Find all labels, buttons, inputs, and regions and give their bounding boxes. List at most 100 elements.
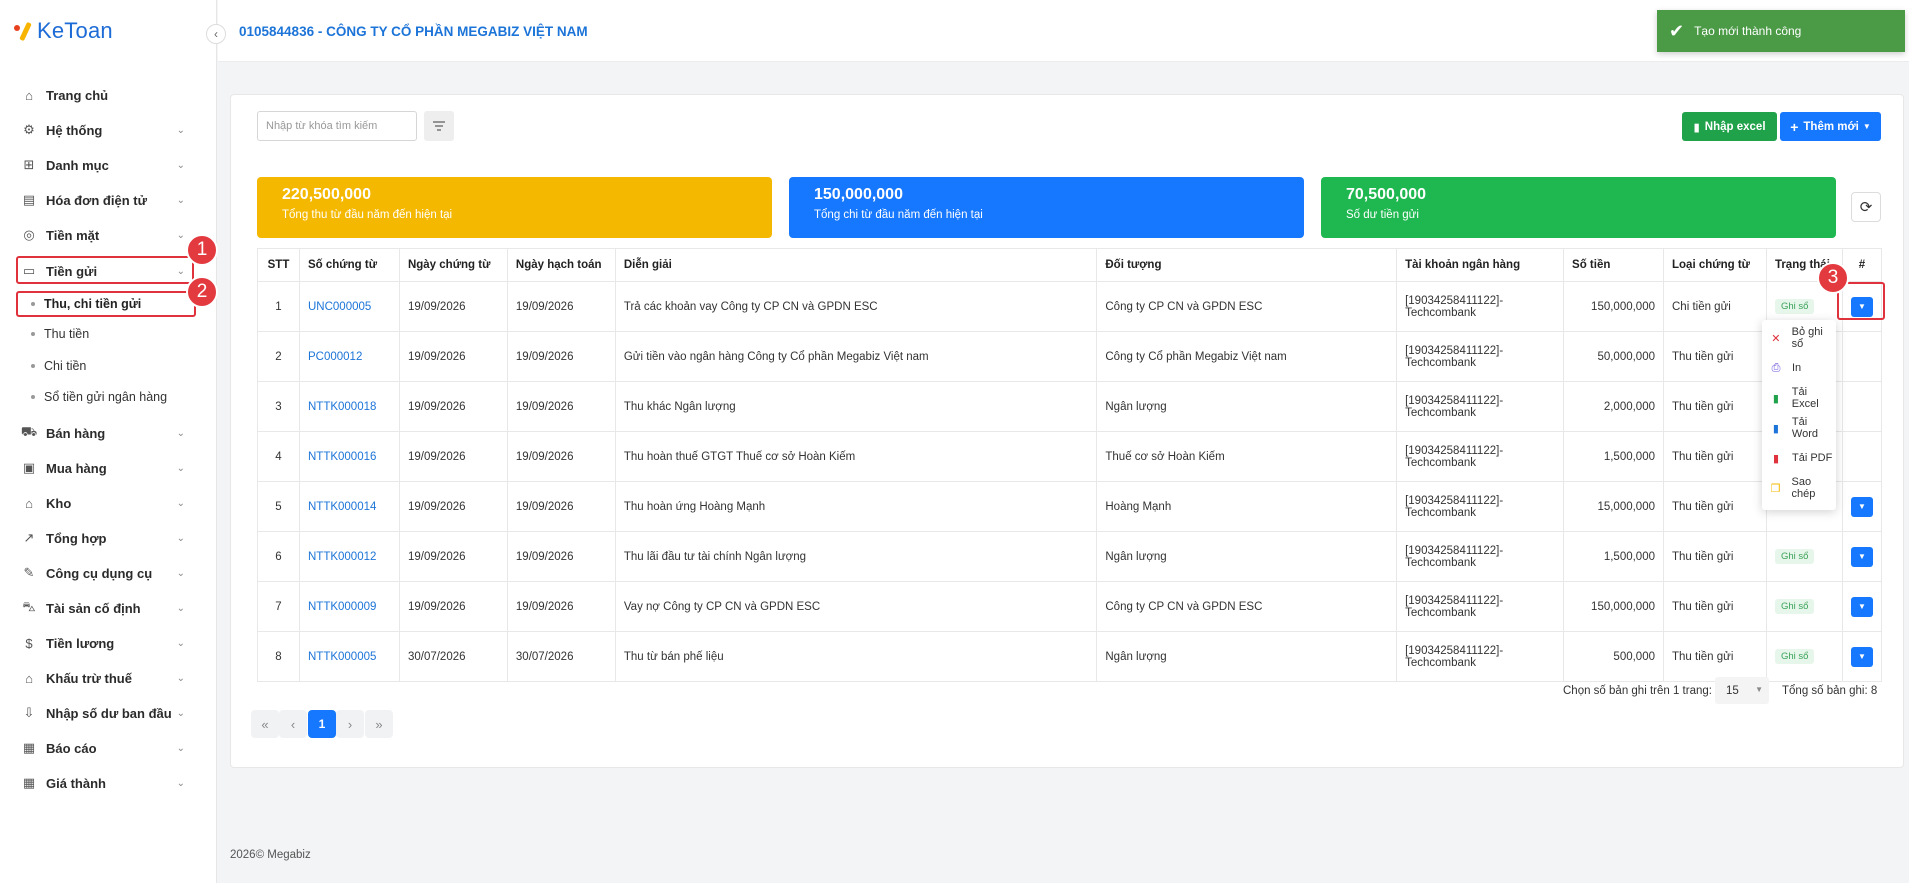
cell-doc-number[interactable]: NTTK000009 (298, 581, 400, 632)
sidebar-item-tien-luong[interactable]: $ Tiền lương ⌄ (0, 628, 217, 658)
sidebar-subitem-1[interactable]: Thu tiền (0, 321, 217, 347)
logo-icon (14, 20, 32, 42)
row-actions-button[interactable]: ▼ (1850, 646, 1873, 667)
add-new-button[interactable]: + Thêm mới ▼ (1780, 112, 1881, 141)
sidebar-item-kho[interactable]: ⌂ Kho ⌄ (0, 488, 217, 518)
cell-doc-number[interactable]: NTTK000012 (298, 531, 400, 582)
page-button-current[interactable]: 1 (308, 710, 336, 738)
table-row[interactable]: 2 PC000012 19/09/2026 19/09/2026 Gửi tiền và… (257, 331, 1883, 382)
cell-doc-number[interactable]: UNC000005 (298, 281, 400, 332)
sidebar-item-hoa-don-dien-tu[interactable]: ▤ Hóa đơn điện tử ⌄ (0, 185, 217, 215)
cell-party: Công ty CP CN và GPDN ESC (1096, 281, 1398, 332)
cell-doc-type-text: Thu tiền gửi (1672, 350, 1734, 363)
cell-doc-number[interactable]: NTTK000016 (298, 431, 400, 482)
sidebar-item-label: Kho (46, 495, 72, 511)
col-header-party[interactable]: Đối tượng (1096, 248, 1398, 282)
cell-doc-number-text[interactable]: NTTK000012 (308, 551, 376, 563)
refresh-button[interactable]: ⟳ (1851, 192, 1881, 222)
sidebar-item-mua-hang[interactable]: ▣ Mua hàng ⌄ (0, 453, 217, 483)
bullet-icon (31, 364, 35, 368)
cell-doc-date-text: 19/09/2026 (407, 400, 466, 413)
per-page-select[interactable]: 15 ▼ (1715, 677, 1769, 704)
cell-stt-text: 8 (275, 650, 282, 663)
cell-doc-date: 19/09/2026 (398, 431, 508, 482)
success-toast: ✔ Tạo mới thành công (1657, 10, 1905, 52)
row-actions-button[interactable]: ▼ (1850, 546, 1873, 567)
cell-bank-account: [19034258411122]- Techcombank (1396, 331, 1565, 382)
cell-doc-number-text[interactable]: NTTK000016 (308, 451, 376, 463)
cell-doc-type: Thu tiền gửi (1663, 331, 1767, 382)
cell-stt-text: 3 (275, 400, 282, 413)
chevron-left-icon[interactable]: ‹ (206, 24, 226, 44)
dropdown-item-pdf[interactable]: ▮ Tải PDF (1762, 443, 1836, 473)
col-header-bank-account[interactable]: Tài khoản ngân hàng (1396, 248, 1565, 282)
col-header-doc-date[interactable]: Ngày chứng từ (398, 248, 508, 282)
import-excel-button[interactable]: ▮ Nhập excel (1682, 112, 1777, 141)
sidebar-item-tong-hop[interactable]: ↗ Tổng hợp ⌄ (0, 523, 217, 553)
cell-doc-number[interactable]: NTTK000005 (298, 631, 400, 682)
table-row[interactable]: 3 NTTK000018 19/09/2026 19/09/2026 Thu khác … (257, 381, 1883, 432)
cell-doc-date-text: 30/07/2026 (407, 650, 466, 663)
logo[interactable]: KeToan (14, 18, 113, 44)
sidebar-item-khau-tru-thue[interactable]: ⌂ Khấu trừ thuế ⌄ (0, 663, 217, 693)
sidebar-item-danh-muc[interactable]: ⊞ Danh mục ⌄ (0, 150, 217, 180)
sidebar-item-trang-chu[interactable]: ⌂ Trang chủ (0, 80, 217, 110)
sidebar-item-gia-thanh[interactable]: ▦ Giá thành ⌄ (0, 768, 217, 798)
chevron-down-icon: ⌄ (176, 194, 185, 206)
table-row[interactable]: 1 UNC000005 19/09/2026 19/09/2026 Trả các kh… (257, 281, 1883, 332)
cell-doc-number-text[interactable]: NTTK000009 (308, 601, 376, 613)
cell-description: Vay nợ Công ty CP CN và GPDN ESC (614, 581, 1098, 632)
table-row[interactable]: 4 NTTK000016 19/09/2026 19/09/2026 Thu hoàn … (257, 431, 1883, 482)
cell-doc-number[interactable]: NTTK000014 (298, 481, 400, 532)
search-input[interactable]: Nhập từ khóa tìm kiếm (257, 111, 417, 141)
cell-doc-number-text[interactable]: PC000012 (308, 351, 362, 363)
next-page-button[interactable]: › (336, 710, 364, 738)
col-header-amount[interactable]: Số tiền (1563, 248, 1664, 282)
cell-stt-text: 6 (275, 550, 282, 563)
dropdown-item-close[interactable]: ✕ Bỏ ghi sổ (1762, 323, 1836, 353)
table-row[interactable]: 7 NTTK000009 19/09/2026 19/09/2026 Vay nợ Cô… (257, 581, 1883, 632)
cell-doc-number-text[interactable]: NTTK000018 (308, 401, 376, 413)
dropdown-item-copy[interactable]: ❐ Sao chép (1762, 473, 1836, 503)
table-row[interactable]: 5 NTTK000014 19/09/2026 19/09/2026 Thu hoàn … (257, 481, 1883, 532)
cell-doc-number[interactable]: PC000012 (298, 331, 400, 382)
row-actions-button[interactable]: ▼ (1850, 596, 1873, 617)
sidebar-subitem-3[interactable]: Sổ tiền gửi ngân hàng (0, 384, 217, 410)
col-header-post-date[interactable]: Ngày hạch toán (506, 248, 616, 282)
cell-doc-number-text[interactable]: NTTK000005 (308, 651, 376, 663)
pdf-icon: ▮ (1772, 452, 1780, 465)
cell-post-date-text: 19/09/2026 (515, 550, 574, 563)
sidebar-item-nhap-so-du-ban-dau[interactable]: ⇩ Nhập số dư ban đầu ⌄ (0, 698, 217, 728)
sidebar-item-he-thong[interactable]: ⚙ Hệ thống ⌄ (0, 115, 217, 145)
filter-button[interactable] (424, 111, 454, 141)
cell-doc-number-text[interactable]: NTTK000014 (308, 501, 376, 513)
cell-amount: 15,000,000 (1563, 481, 1664, 532)
prev-page-button[interactable]: ‹ (279, 710, 307, 738)
sidebar-item-tien-mat[interactable]: ◎ Tiền mặt ⌄ (0, 220, 217, 250)
sidebar-item-bao-cao[interactable]: ▦ Báo cáo ⌄ (0, 733, 217, 763)
sidebar-item-ban-hang[interactable]: ⛟ Bán hàng ⌄ (0, 418, 217, 448)
cell-doc-number-text[interactable]: UNC000005 (308, 301, 371, 313)
col-header-doc-number[interactable]: Số chứng từ (298, 248, 400, 282)
cell-doc-number[interactable]: NTTK000018 (298, 381, 400, 432)
sidebar-subitem-2[interactable]: Chi tiền (0, 353, 217, 379)
cell-post-date: 19/09/2026 (506, 531, 616, 582)
col-header-doc-type[interactable]: Loại chứng từ (1663, 248, 1767, 282)
table-row[interactable]: 6 NTTK000012 19/09/2026 19/09/2026 Thu lãi đ… (257, 531, 1883, 582)
row-actions-button[interactable]: ▼ (1850, 496, 1873, 517)
sidebar-item-tai-san-co-dinh[interactable]: ⛍ Tài sản cố định ⌄ (0, 593, 217, 623)
sidebar-item-cong-cu-dung-cu[interactable]: ✎ Công cụ dụng cụ ⌄ (0, 558, 217, 588)
cell-actions (1841, 331, 1883, 382)
col-header-description[interactable]: Diễn giải (614, 248, 1098, 282)
first-page-button[interactable]: « (251, 710, 279, 738)
dropdown-item-printer[interactable]: ⎙ In (1762, 353, 1836, 383)
cell-doc-type: Thu tiền gửi (1663, 631, 1767, 682)
add-new-label: Thêm mới (1803, 120, 1859, 133)
cell-doc-date: 19/09/2026 (398, 281, 508, 332)
last-page-button[interactable]: » (365, 710, 393, 738)
highlight-box-thu-chi-tien-gui (16, 291, 196, 317)
cell-post-date: 19/09/2026 (506, 581, 616, 632)
dropdown-item-excel[interactable]: ▮ Tải Excel (1762, 383, 1836, 413)
dropdown-item-word[interactable]: ▮ Tải Word (1762, 413, 1836, 443)
table-row[interactable]: 8 NTTK000005 30/07/2026 30/07/2026 Thu từ bá… (257, 631, 1883, 682)
